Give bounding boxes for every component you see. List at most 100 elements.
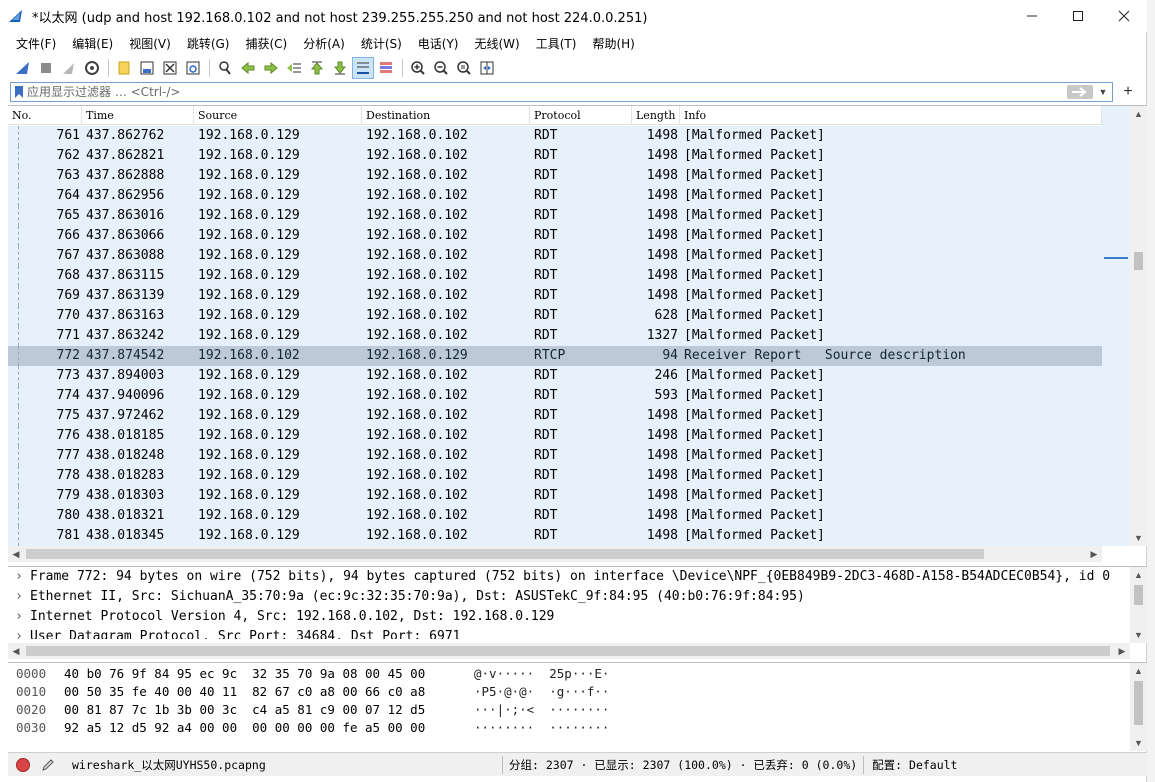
resize-columns-button[interactable] xyxy=(476,57,498,79)
column-header-no[interactable]: No. xyxy=(8,106,82,125)
save-file-button[interactable] xyxy=(136,57,158,79)
bytes-ascii[interactable]: ···|·;·< ········ xyxy=(474,701,674,719)
column-header-protocol[interactable]: Protocol xyxy=(530,106,632,125)
table-row[interactable]: 780 438.018321 192.168.0.129 192.168.0.102 R… xyxy=(8,506,1102,526)
hscroll-thumb[interactable] xyxy=(26,549,984,559)
scroll-down-arrow-icon[interactable]: ▼ xyxy=(1130,530,1147,546)
table-row[interactable]: 775 437.972462 192.168.0.129 192.168.0.102 R… xyxy=(8,406,1102,426)
scroll-right-arrow-icon[interactable]: ▶ xyxy=(1114,643,1130,659)
bytes-row[interactable]: 0030 92 a5 12 d5 92 a4 00 00 00 00 00 00… xyxy=(8,719,1147,737)
table-row[interactable]: 779 438.018303 192.168.0.129 192.168.0.102 R… xyxy=(8,486,1102,506)
menu-help[interactable]: 帮助(H) xyxy=(584,35,642,52)
close-file-button[interactable] xyxy=(159,57,181,79)
scroll-down-arrow-icon[interactable]: ▼ xyxy=(1130,627,1147,643)
menu-go[interactable]: 跳转(G) xyxy=(179,35,238,52)
menu-tools[interactable]: 工具(T) xyxy=(528,35,585,52)
add-filter-button[interactable]: + xyxy=(1118,82,1138,102)
display-filter-input[interactable] xyxy=(27,83,1067,101)
table-row[interactable]: 763 437.862888 192.168.0.129 192.168.0.102 R… xyxy=(8,166,1102,186)
hscroll-thumb[interactable] xyxy=(26,646,1110,656)
column-header-length[interactable]: Length xyxy=(632,106,680,125)
table-row-selected[interactable]: 772 437.874542 192.168.0.102 192.168.0.129 R… xyxy=(8,346,1102,366)
bytes-row[interactable]: 0020 00 81 87 7c 1b 3b 00 3c c4 a5 81 c9… xyxy=(8,701,1147,719)
table-row[interactable]: 773 437.894003 192.168.0.129 192.168.0.102 R… xyxy=(8,366,1102,386)
bytes-ascii[interactable]: ········ ········ xyxy=(474,719,674,737)
filter-history-dropdown[interactable]: ▼ xyxy=(1097,87,1109,97)
reload-file-button[interactable] xyxy=(182,57,204,79)
packet-list-hscrollbar[interactable]: ◀ ▶ xyxy=(8,546,1102,562)
go-first-packet-button[interactable] xyxy=(306,57,328,79)
scroll-right-arrow-icon[interactable]: ▶ xyxy=(1086,546,1102,562)
zoom-in-button[interactable] xyxy=(407,57,429,79)
scroll-up-arrow-icon[interactable]: ▲ xyxy=(1130,567,1147,583)
zoom-out-button[interactable] xyxy=(430,57,452,79)
detail-udp[interactable]: › User Datagram Protocol, Src Port: 3468… xyxy=(8,627,1147,639)
menu-wireless[interactable]: 无线(W) xyxy=(467,35,528,52)
go-forward-button[interactable] xyxy=(260,57,282,79)
details-vscrollbar[interactable]: ▲ ▼ xyxy=(1130,567,1147,643)
table-row[interactable]: 762 437.862821 192.168.0.129 192.168.0.102 R… xyxy=(8,146,1102,166)
normal-size-button[interactable] xyxy=(453,57,475,79)
menu-edit[interactable]: 编辑(E) xyxy=(64,35,121,52)
capture-options-button[interactable] xyxy=(81,57,103,79)
autoscroll-toggle[interactable] xyxy=(352,56,374,79)
detail-ethernet[interactable]: › Ethernet II, Src: SichuanA_35:70:9a (e… xyxy=(8,587,1147,607)
bytes-vscrollbar[interactable]: ▲ ▼ xyxy=(1130,663,1147,751)
column-header-source[interactable]: Source xyxy=(194,106,362,125)
expand-arrow-icon[interactable]: › xyxy=(8,627,30,639)
restart-capture-button[interactable] xyxy=(58,57,80,79)
expert-info-icon[interactable] xyxy=(16,757,30,772)
table-row[interactable]: 764 437.862956 192.168.0.129 192.168.0.102 R… xyxy=(8,186,1102,206)
find-packet-button[interactable] xyxy=(214,57,236,79)
maximize-button[interactable] xyxy=(1055,0,1101,32)
menu-file[interactable]: 文件(F) xyxy=(8,35,64,52)
start-capture-button[interactable] xyxy=(12,57,34,79)
table-row[interactable]: 766 437.863066 192.168.0.129 192.168.0.102 R… xyxy=(8,226,1102,246)
bytes-hex[interactable]: 00 81 87 7c 1b 3b 00 3c c4 a5 81 c9 00 0… xyxy=(64,701,474,719)
stop-capture-button[interactable] xyxy=(35,57,57,79)
table-row[interactable]: 778 438.018283 192.168.0.129 192.168.0.102 R… xyxy=(8,466,1102,486)
bytes-row[interactable]: 0000 40 b0 76 9f 84 95 ec 9c 32 35 70 9a… xyxy=(8,665,1147,683)
table-row[interactable]: 769 437.863139 192.168.0.129 192.168.0.102 R… xyxy=(8,286,1102,306)
table-row[interactable]: 768 437.863115 192.168.0.129 192.168.0.102 R… xyxy=(8,266,1102,286)
vscroll-thumb[interactable] xyxy=(1134,252,1143,270)
go-back-button[interactable] xyxy=(237,57,259,79)
menu-statistics[interactable]: 统计(S) xyxy=(353,35,410,52)
bytes-hex[interactable]: 40 b0 76 9f 84 95 ec 9c 32 35 70 9a 08 0… xyxy=(64,665,474,683)
expand-arrow-icon[interactable]: › xyxy=(8,607,30,627)
expand-arrow-icon[interactable]: › xyxy=(8,567,30,587)
column-header-info[interactable]: Info xyxy=(680,106,1102,125)
close-button[interactable] xyxy=(1101,0,1147,32)
packet-list-vscrollbar[interactable]: ▲ ▼ xyxy=(1130,106,1147,546)
menu-view[interactable]: 视图(V) xyxy=(121,35,179,52)
bytes-hex[interactable]: 92 a5 12 d5 92 a4 00 00 00 00 00 00 fe a… xyxy=(64,719,474,737)
scroll-left-arrow-icon[interactable]: ◀ xyxy=(8,546,24,562)
menu-capture[interactable]: 捕获(C) xyxy=(237,35,295,52)
scroll-down-arrow-icon[interactable]: ▼ xyxy=(1130,735,1147,751)
table-row[interactable]: 767 437.863088 192.168.0.129 192.168.0.102 R… xyxy=(8,246,1102,266)
menu-telephony[interactable]: 电话(Y) xyxy=(410,35,467,52)
column-header-time[interactable]: Time xyxy=(82,106,194,125)
open-file-button[interactable] xyxy=(113,57,135,79)
menu-analyze[interactable]: 分析(A) xyxy=(295,35,353,52)
filter-bookmark-button[interactable] xyxy=(11,83,27,101)
bytes-ascii[interactable]: ·P5·@·@· ·g···f·· xyxy=(474,683,674,701)
intelligent-scrollbar-minimap[interactable] xyxy=(1102,106,1130,546)
details-hscrollbar[interactable]: ◀ ▶ xyxy=(8,643,1130,659)
scroll-up-arrow-icon[interactable]: ▲ xyxy=(1130,663,1147,679)
profile-label[interactable]: 配置: Default xyxy=(872,757,957,773)
vscroll-thumb[interactable] xyxy=(1134,585,1143,605)
table-row[interactable]: 776 438.018185 192.168.0.129 192.168.0.102 R… xyxy=(8,426,1102,446)
table-row[interactable]: 765 437.863016 192.168.0.129 192.168.0.102 R… xyxy=(8,206,1102,226)
bytes-ascii[interactable]: @·v····· 25p···E· xyxy=(474,665,674,683)
vscroll-thumb[interactable] xyxy=(1134,681,1143,725)
bytes-hex[interactable]: 00 50 35 fe 40 00 40 11 82 67 c0 a8 00 6… xyxy=(64,683,474,701)
colorize-toggle[interactable] xyxy=(375,57,397,79)
table-row[interactable]: 774 437.940096 192.168.0.129 192.168.0.102 R… xyxy=(8,386,1102,406)
table-row[interactable]: 781 438.018345 192.168.0.129 192.168.0.102 R… xyxy=(8,526,1102,546)
bytes-row[interactable]: 0010 00 50 35 fe 40 00 40 11 82 67 c0 a8… xyxy=(8,683,1147,701)
table-row[interactable]: 771 437.863242 192.168.0.129 192.168.0.102 R… xyxy=(8,326,1102,346)
table-row[interactable]: 777 438.018248 192.168.0.129 192.168.0.102 R… xyxy=(8,446,1102,466)
scroll-left-arrow-icon[interactable]: ◀ xyxy=(8,643,24,659)
column-header-destination[interactable]: Destination xyxy=(362,106,530,125)
